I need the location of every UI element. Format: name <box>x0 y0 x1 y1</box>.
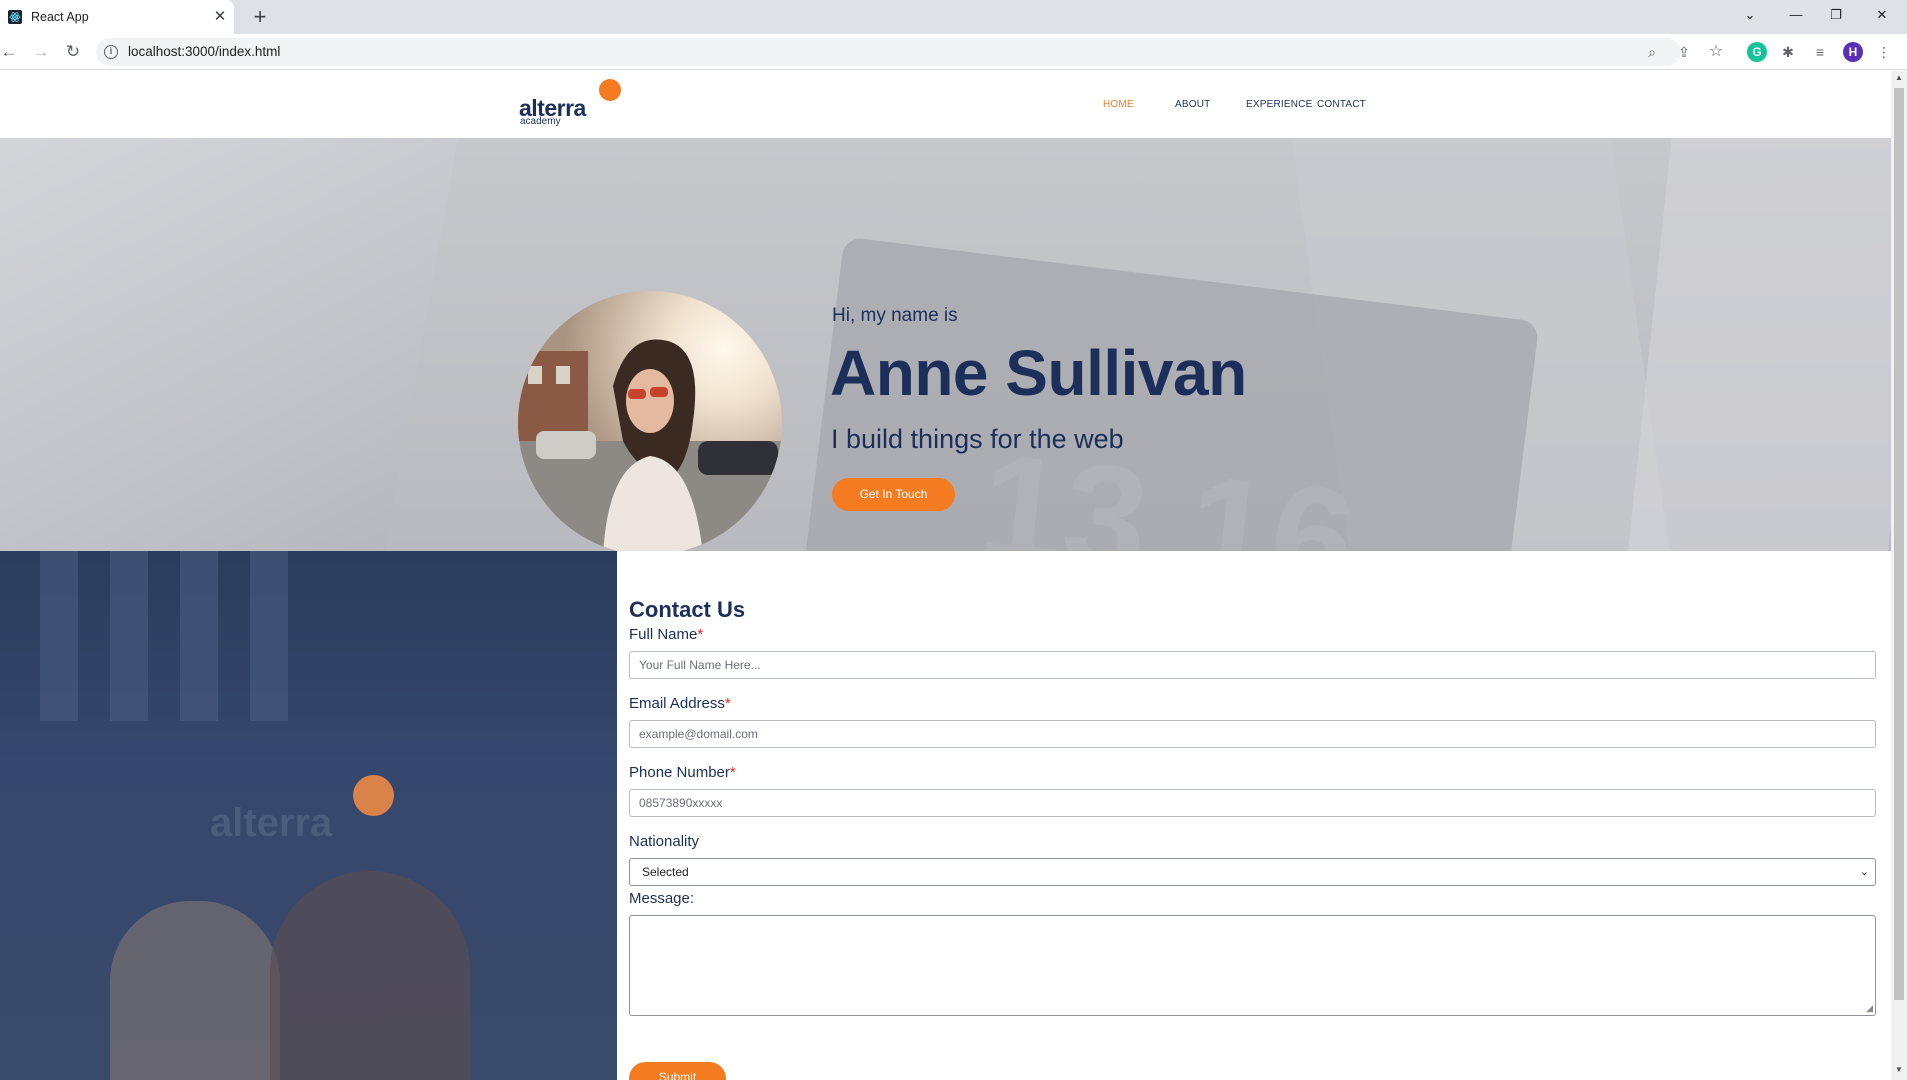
restore-button[interactable]: ❐ <box>1813 0 1859 30</box>
new-tab-button[interactable]: + <box>248 5 272 29</box>
required-marker: * <box>729 764 736 781</box>
nav-contact[interactable]: CONTACT <box>1317 99 1366 110</box>
email-label-text: Email Address <box>629 695 725 712</box>
site-info-icon[interactable]: i <box>104 45 118 59</box>
react-favicon-icon <box>8 10 22 24</box>
photo-wall-logo: alterra <box>210 801 333 845</box>
site-logo[interactable]: alterra academy <box>519 79 629 129</box>
email-input[interactable] <box>629 720 1876 748</box>
photo-person <box>270 871 470 1080</box>
tab-close-icon[interactable]: ✕ <box>211 8 229 26</box>
extensions-puzzle-icon[interactable]: ✱ <box>1778 42 1798 62</box>
reading-list-icon[interactable]: ≡ <box>1810 42 1830 62</box>
site-header: alterra academy HOME ABOUT EXPERIENCE CO… <box>0 71 1891 138</box>
photo-window-strip <box>110 551 148 721</box>
browser-tab-strip: React App ✕ + ⌄ — ❐ ✕ <box>0 0 1907 34</box>
tab-title: React App <box>31 10 89 24</box>
scrollbar-thumb[interactable] <box>1894 88 1904 1000</box>
email-label: Email Address* <box>629 695 731 712</box>
photo-wall-logo-dot-icon <box>353 775 394 816</box>
close-window-button[interactable]: ✕ <box>1859 0 1905 30</box>
phone-label-text: Phone Number <box>629 764 730 781</box>
profile-avatar[interactable]: H <box>1843 42 1863 62</box>
bookmark-star-icon[interactable]: ☆ <box>1706 42 1726 62</box>
hero-tagline: I build things for the web <box>831 424 1124 454</box>
contact-photo: alterra <box>0 551 617 1080</box>
photo-window-strip <box>250 551 288 721</box>
browser-toolbar: ← → ↻ i localhost:3000/index.html ⌕ ⇪ ☆ … <box>0 34 1907 70</box>
hero-section: 13 16 Hi, my name is Anne Sullivan I bui… <box>0 138 1891 551</box>
nationality-selected-value: Selected <box>642 865 689 879</box>
contact-title: Contact Us <box>629 597 746 622</box>
hero-name: Anne Sullivan <box>830 337 1247 409</box>
back-icon[interactable]: ← <box>0 40 21 64</box>
photo-window-strip <box>40 551 78 721</box>
required-marker: * <box>724 695 731 712</box>
logo-dot-icon <box>599 79 621 101</box>
phone-input[interactable] <box>629 789 1876 817</box>
browser-tab[interactable]: React App ✕ <box>0 0 234 34</box>
phone-label: Phone Number* <box>629 764 736 781</box>
message-textarea[interactable]: ◢ <box>629 915 1876 1016</box>
scroll-down-arrow-icon[interactable]: ▼ <box>1895 1065 1903 1074</box>
page-viewport: alterra academy HOME ABOUT EXPERIENCE CO… <box>0 71 1891 1080</box>
required-marker: * <box>697 626 704 643</box>
submit-button[interactable]: Submit <box>629 1062 726 1080</box>
hero-greeting: Hi, my name is <box>832 305 958 326</box>
message-label: Message: <box>629 890 695 907</box>
get-in-touch-button[interactable]: Get In Touch <box>832 478 955 511</box>
contact-form: Contact Us Full Name* Email Address* Pho… <box>617 551 1891 1080</box>
chevron-down-icon: ⌄ <box>1859 866 1869 878</box>
hero-background-shape <box>0 138 462 551</box>
url-text[interactable]: localhost:3000/index.html <box>128 44 280 59</box>
share-icon[interactable]: ⇪ <box>1674 42 1694 62</box>
nationality-label: Nationality <box>629 833 700 850</box>
grammarly-extension-icon[interactable]: G <box>1747 42 1767 62</box>
menu-kebab-icon[interactable]: ⋮ <box>1874 42 1894 62</box>
forward-icon[interactable]: → <box>29 40 53 64</box>
photo-person <box>110 901 280 1080</box>
zoom-icon[interactable]: ⌕ <box>1642 42 1662 62</box>
full-name-label-text: Full Name <box>629 626 698 643</box>
nationality-select[interactable]: Selected ⌄ <box>629 858 1876 886</box>
page-scrollbar[interactable]: ▲ ▼ <box>1891 71 1907 1080</box>
nav-experience[interactable]: EXPERIENCE <box>1246 99 1312 110</box>
resize-handle-icon[interactable]: ◢ <box>1866 1003 1873 1014</box>
scroll-up-arrow-icon[interactable]: ▲ <box>1895 73 1903 82</box>
full-name-label: Full Name* <box>629 626 703 643</box>
photo-window-strip <box>180 551 218 721</box>
address-bar[interactable]: i localhost:3000/index.html ⌕ ⇪ <box>96 38 1690 66</box>
nav-home[interactable]: HOME <box>1103 99 1134 110</box>
logo-subtitle: academy <box>520 116 561 127</box>
nav-about[interactable]: ABOUT <box>1175 99 1210 110</box>
full-name-input[interactable] <box>629 651 1876 679</box>
profile-photo <box>518 291 782 551</box>
hero-background-shape <box>1626 138 1891 551</box>
tab-search-icon[interactable]: ⌄ <box>1727 0 1773 30</box>
reload-icon[interactable]: ↻ <box>61 40 85 64</box>
